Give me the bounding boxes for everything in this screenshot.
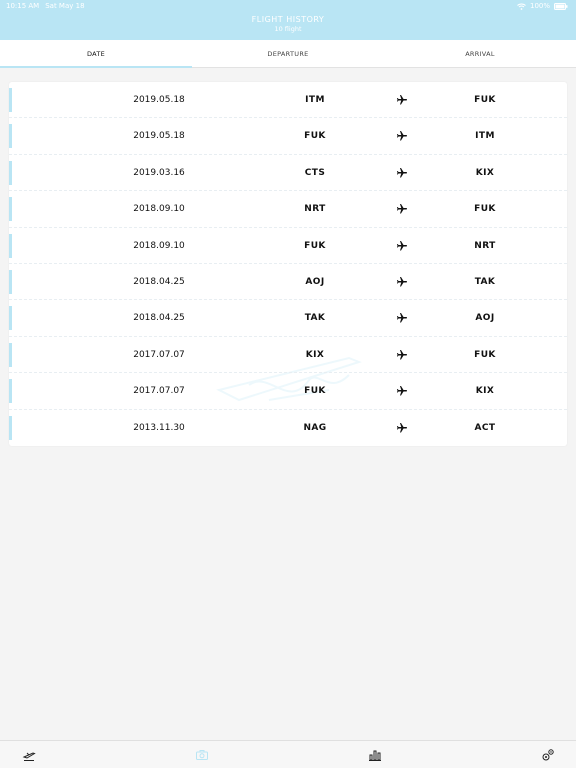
- airplane-icon: [397, 349, 407, 360]
- row-accent: [9, 233, 12, 258]
- flight-row[interactable]: 2018.09.10 NRT FUK: [9, 191, 567, 228]
- flight-row[interactable]: 2013.11.30 NAG ACT: [9, 410, 567, 446]
- arrival-code: FUK: [474, 204, 496, 215]
- flight-row[interactable]: 2019.03.16 CTS KIX: [9, 155, 567, 192]
- arrival-code: NRT: [474, 240, 496, 251]
- arrival-code: KIX: [475, 167, 495, 178]
- flight-date: 2018.04.25: [133, 313, 185, 324]
- flight-date: 2018.09.10: [133, 204, 185, 215]
- airplane-icon: [397, 131, 407, 141]
- row-accent: [9, 124, 12, 149]
- flight-date: 2019.05.18: [133, 131, 185, 142]
- departure-code: FUK: [304, 386, 326, 397]
- departure-code: TAK: [304, 313, 326, 324]
- flight-date: 2019.03.16: [133, 167, 185, 178]
- flight-row[interactable]: 2019.05.18 FUK ITM: [9, 118, 567, 155]
- row-accent: [9, 197, 12, 222]
- arrival-code: FUK: [474, 349, 496, 360]
- departure-code: KIX: [305, 349, 325, 360]
- departure-code: ITM: [305, 95, 325, 105]
- tab-departure[interactable]: DEPARTURE: [192, 40, 384, 67]
- row-accent: [9, 415, 12, 440]
- flight-date: 2018.04.25: [133, 276, 185, 287]
- arrival-code: TAK: [474, 276, 496, 287]
- flight-date: 2017.07.07: [133, 386, 185, 397]
- arrival-code: AOJ: [475, 313, 495, 324]
- page-title: FLIGHT HISTORY: [251, 15, 325, 24]
- tab-arrival[interactable]: ARRIVAL: [384, 40, 576, 67]
- flight-count: 10 flight: [274, 25, 302, 33]
- departure-code: NAG: [303, 422, 327, 433]
- sort-tabs: DATE DEPARTURE ARRIVAL: [0, 40, 576, 68]
- flight-date: 2019.05.18: [133, 95, 185, 105]
- flight-date: 2013.11.30: [133, 422, 185, 433]
- battery-percent: 100%: [529, 2, 550, 10]
- flight-list: 2019.05.18 ITM FUK 2019.05.18 FUK ITM 20…: [9, 82, 567, 446]
- settings-icon[interactable]: [541, 748, 555, 762]
- arrival-code: FUK: [474, 95, 496, 105]
- battery-icon: [554, 2, 568, 10]
- bottom-tab-bar: [0, 740, 576, 768]
- wifi-icon: [517, 3, 526, 10]
- airplane-icon: [397, 240, 407, 251]
- flight-history-screen: 10:15 AM Sat May 18 100% FLIGHT HISTORY …: [0, 0, 576, 768]
- takeoff-icon[interactable]: [22, 748, 36, 762]
- airplane-icon: [397, 204, 407, 214]
- flight-row[interactable]: 2017.07.07 KIX FUK: [9, 337, 567, 374]
- arrival-code: KIX: [475, 386, 495, 397]
- flight-row[interactable]: 2017.07.07 FUK KIX: [9, 373, 567, 410]
- row-accent: [9, 160, 12, 185]
- airplane-icon: [397, 95, 407, 105]
- airplane-icon: [397, 386, 407, 396]
- tab-date[interactable]: DATE: [0, 40, 192, 68]
- row-accent: [9, 306, 12, 331]
- status-bar: 10:15 AM Sat May 18 100%: [0, 0, 576, 12]
- status-time: 10:15 AM: [6, 2, 40, 10]
- bar-chart-icon[interactable]: [368, 748, 382, 762]
- arrival-code: ITM: [475, 131, 495, 142]
- airplane-icon: [397, 422, 407, 433]
- departure-code: AOJ: [305, 276, 325, 287]
- flight-date: 2018.09.10: [133, 240, 185, 251]
- flight-row[interactable]: 2018.04.25 TAK AOJ: [9, 300, 567, 337]
- arrival-code: ACT: [474, 422, 496, 433]
- row-accent: [9, 379, 12, 404]
- row-accent: [9, 342, 12, 367]
- camera-icon[interactable]: [195, 748, 209, 762]
- flight-row[interactable]: 2018.09.10 FUK NRT: [9, 228, 567, 264]
- flight-row[interactable]: 2019.05.18 ITM FUK: [9, 82, 567, 119]
- status-date: Sat May 18: [45, 2, 85, 10]
- airplane-icon: [397, 167, 407, 178]
- flight-date: 2017.07.07: [133, 349, 185, 360]
- row-accent: [9, 88, 12, 112]
- airplane-icon: [397, 313, 407, 323]
- departure-code: NRT: [304, 204, 326, 215]
- airplane-icon: [397, 276, 407, 287]
- departure-code: FUK: [304, 131, 326, 142]
- departure-code: FUK: [304, 240, 326, 251]
- header: 10:15 AM Sat May 18 100% FLIGHT HISTORY …: [0, 0, 576, 40]
- flight-row[interactable]: 2018.04.25 AOJ TAK: [9, 264, 567, 301]
- row-accent: [9, 269, 12, 294]
- departure-code: CTS: [304, 167, 326, 178]
